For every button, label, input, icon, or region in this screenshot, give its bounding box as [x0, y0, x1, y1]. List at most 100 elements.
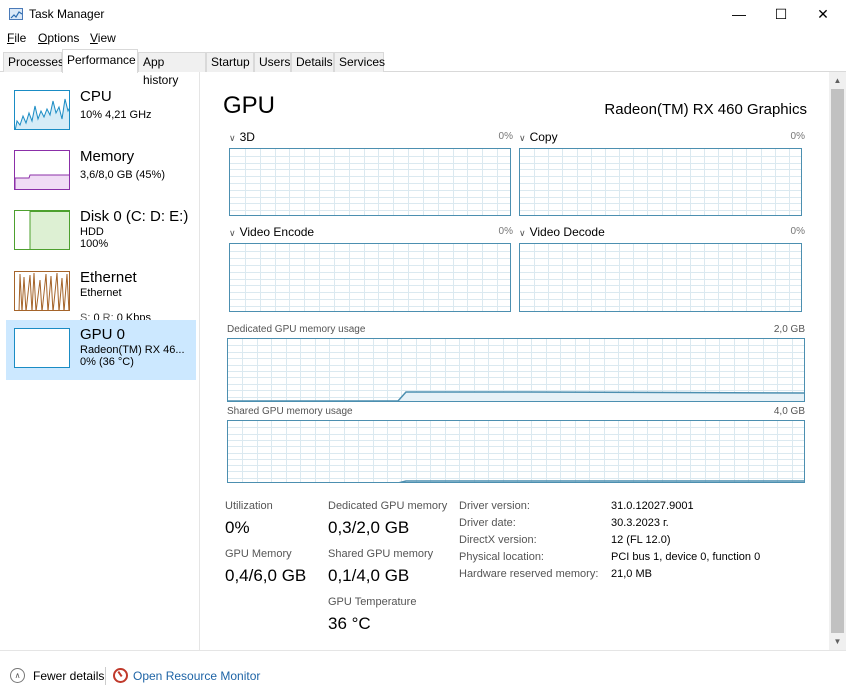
engine-copy-graph — [519, 148, 802, 216]
shared-memory-value: 0,1/4,0 GB — [328, 566, 410, 585]
sidebar-gpu-usage: 0% (36 °C) — [80, 356, 134, 368]
utilization-value: 0% — [225, 518, 250, 537]
engine-video-decode-selector[interactable]: ∨ Video Decode — [519, 225, 605, 239]
sidebar-item-memory[interactable]: Memory 3,6/8,0 GB (45%) — [6, 142, 196, 202]
driver-date-value: 30.3.2023 г. — [611, 517, 669, 529]
tab-details[interactable]: Details — [291, 52, 334, 72]
physical-location-label: Physical location: — [459, 551, 544, 563]
gpu-temperature-label: GPU Temperature — [328, 596, 417, 608]
engine-video-decode-percent: 0% — [790, 226, 805, 237]
engine-video-encode-label: Video Encode — [239, 225, 315, 239]
engine-3d-selector[interactable]: ∨ 3D — [229, 130, 255, 144]
engine-video-encode-percent: 0% — [498, 226, 513, 237]
chevron-down-icon: ∨ — [229, 133, 236, 143]
page-title: GPU — [223, 92, 276, 119]
engine-3d-label: 3D — [239, 130, 255, 144]
scrollbar-thumb[interactable] — [831, 89, 844, 633]
tab-users[interactable]: Users — [254, 52, 291, 72]
tab-services[interactable]: Services — [334, 52, 385, 72]
engine-copy-selector[interactable]: ∨ Copy — [519, 130, 558, 144]
sidebar-item-gpu[interactable]: GPU 0 Radeon(TM) RX 46... 0% (36 °C) — [6, 320, 196, 380]
resource-monitor-icon[interactable] — [113, 668, 128, 683]
disk-thumbnail-graph — [14, 210, 70, 250]
engine-video-encode-graph — [229, 243, 511, 312]
chevron-down-icon: ∨ — [519, 133, 526, 143]
dedicated-memory-value: 0,3/2,0 GB — [328, 518, 410, 537]
vertical-scrollbar[interactable]: ▲ ▼ — [829, 72, 846, 650]
chevron-up-icon[interactable]: ∧ — [10, 668, 25, 683]
engine-3d-percent: 0% — [498, 131, 513, 142]
footer-divider — [105, 667, 106, 685]
directx-version-label: DirectX version: — [459, 534, 537, 546]
shared-memory-graph-label: Shared GPU memory usage — [227, 406, 353, 417]
engine-3d-graph — [229, 148, 511, 216]
dedicated-memory-label: Dedicated GPU memory — [328, 500, 448, 512]
sidebar-item-ethernet[interactable]: Ethernet Ethernet S: 0 R: 0 Kbps — [6, 263, 196, 324]
reserved-memory-value: 21,0 MB — [611, 568, 652, 580]
engine-video-decode-graph — [519, 243, 802, 312]
sidebar-memory-title: Memory — [80, 148, 135, 165]
memory-thumbnail-graph — [14, 150, 70, 190]
shared-memory-graph — [227, 420, 805, 483]
fewer-details-button[interactable]: Fewer details — [33, 669, 104, 683]
title-bar: Task Manager — ☐ ✕ — [0, 0, 846, 28]
utilization-label: Utilization — [225, 500, 273, 512]
menu-options[interactable]: Options — [38, 31, 79, 45]
scroll-up-icon[interactable]: ▲ — [829, 72, 846, 89]
resource-list: CPU 10% 4,21 GHz Memory 3,6/8,0 GB (45%)… — [0, 72, 200, 650]
tab-processes[interactable]: Processes — [3, 52, 64, 72]
window-title: Task Manager — [29, 7, 105, 21]
sidebar-disk-type: HDD — [80, 226, 104, 238]
engine-video-decode-label: Video Decode — [529, 225, 605, 239]
gpu-temperature-value: 36 °C — [328, 614, 371, 633]
tab-startup[interactable]: Startup — [206, 52, 254, 72]
close-button[interactable]: ✕ — [800, 0, 846, 28]
task-manager-icon — [9, 8, 23, 20]
gpu-detail-panel: GPU Radeon(TM) RX 460 Graphics ∨ 3D 0% ∨ C… — [201, 72, 829, 650]
dedicated-memory-max: 2,0 GB — [773, 324, 805, 335]
chevron-down-icon: ∨ — [229, 228, 236, 238]
engine-copy-percent: 0% — [790, 131, 805, 142]
gpu-model-name: Radeon(TM) RX 460 Graphics — [604, 101, 807, 118]
sidebar-ethernet-title: Ethernet — [80, 269, 137, 286]
tab-bar: Processes Performance App history Startu… — [0, 48, 846, 87]
scroll-down-icon[interactable]: ▼ — [829, 633, 846, 650]
engine-copy-label: Copy — [529, 130, 558, 144]
physical-location-value: PCI bus 1, device 0, function 0 — [611, 551, 761, 563]
gpu-memory-value: 0,4/6,0 GB — [225, 566, 307, 585]
gpu-memory-label: GPU Memory — [225, 548, 292, 560]
menu-file[interactable]: File — [7, 31, 26, 45]
gpu-thumbnail-graph — [14, 328, 70, 368]
sidebar-gpu-model: Radeon(TM) RX 46... — [80, 344, 185, 356]
sidebar-cpu-usage: 10% 4,21 GHz — [80, 109, 152, 121]
directx-version-value: 12 (FL 12.0) — [611, 534, 671, 546]
sidebar-disk-usage: 100% — [80, 238, 109, 250]
driver-version-label: Driver version: — [459, 500, 530, 512]
driver-date-label: Driver date: — [459, 517, 516, 529]
menu-bar: File Options View — [0, 28, 846, 48]
maximize-button[interactable]: ☐ — [758, 0, 804, 28]
engine-video-encode-selector[interactable]: ∨ Video Encode — [229, 225, 314, 239]
reserved-memory-label: Hardware reserved memory: — [459, 568, 599, 580]
driver-version-value: 31.0.12027.9001 — [611, 500, 694, 512]
shared-memory-max: 4,0 GB — [773, 406, 805, 417]
dedicated-memory-graph-label: Dedicated GPU memory usage — [227, 324, 366, 335]
shared-memory-label: Shared GPU memory — [328, 548, 434, 560]
sidebar-gpu-title: GPU 0 — [80, 326, 126, 343]
footer-bar: ∧ Fewer details Open Resource Monitor — [0, 650, 846, 699]
sidebar-cpu-title: CPU — [80, 88, 112, 105]
open-resource-monitor-link[interactable]: Open Resource Monitor — [133, 669, 260, 683]
tab-app-history[interactable]: App history — [138, 52, 206, 87]
tab-performance[interactable]: Performance — [62, 49, 138, 73]
ethernet-thumbnail-graph — [14, 271, 70, 311]
chevron-down-icon: ∨ — [519, 228, 526, 238]
sidebar-item-cpu[interactable]: CPU 10% 4,21 GHz — [6, 82, 196, 142]
cpu-thumbnail-graph — [14, 90, 70, 130]
sidebar-item-disk[interactable]: Disk 0 (C: D: E:) HDD 100% — [6, 202, 196, 262]
menu-view[interactable]: View — [90, 31, 116, 45]
dedicated-memory-graph — [227, 338, 805, 402]
sidebar-ethernet-adapter: Ethernet — [80, 287, 122, 299]
sidebar-disk-title: Disk 0 (C: D: E:) — [80, 208, 189, 225]
minimize-button[interactable]: — — [716, 0, 762, 28]
sidebar-memory-usage: 3,6/8,0 GB (45%) — [80, 169, 165, 181]
